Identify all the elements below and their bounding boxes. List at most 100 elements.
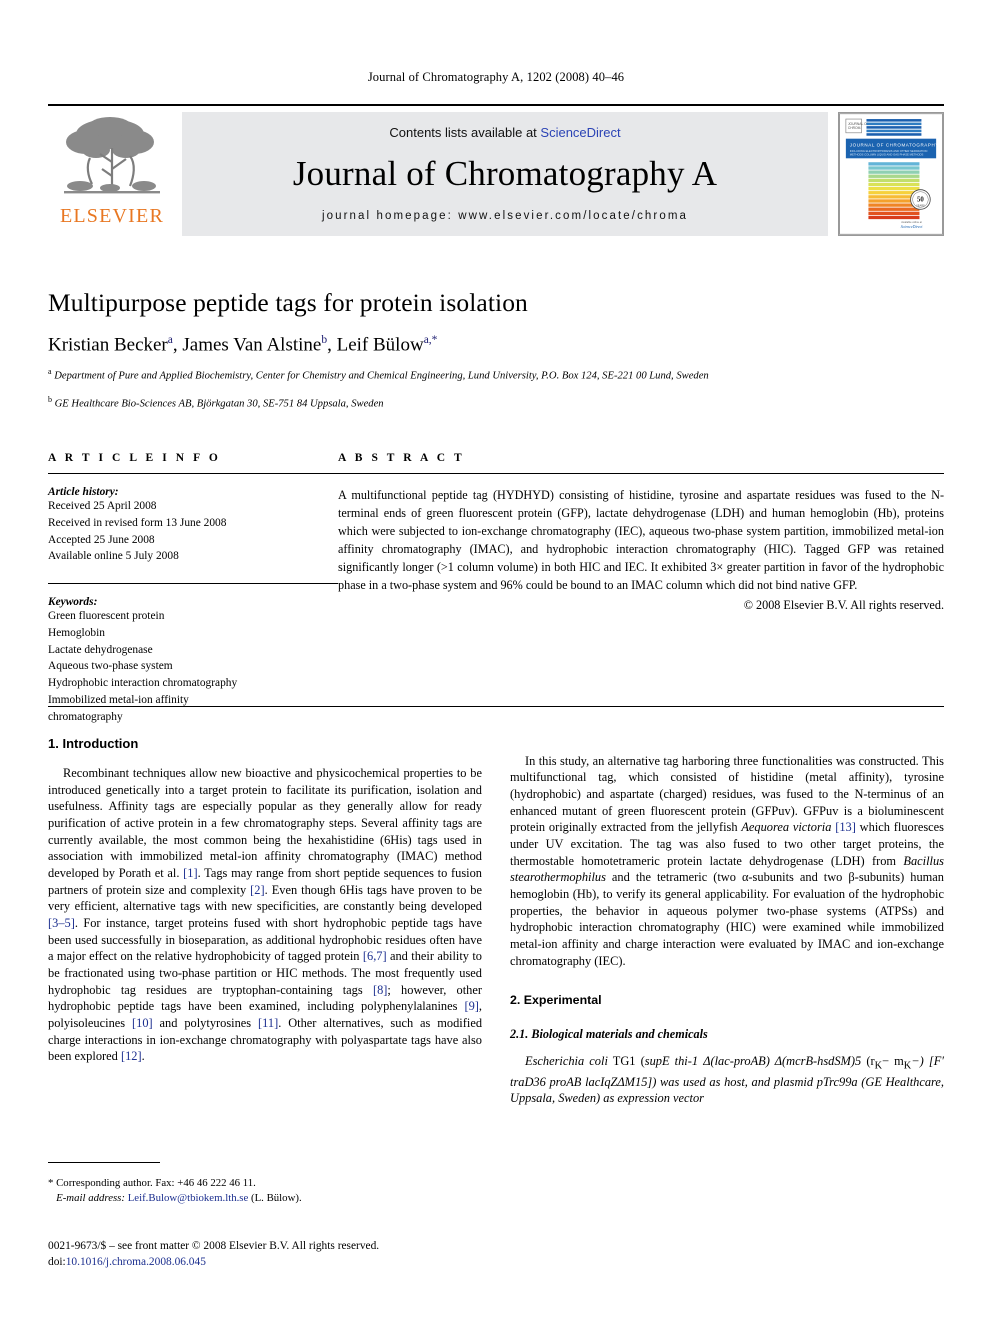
citation-9[interactable]: [9]: [464, 999, 478, 1013]
intro-text-a: Recombinant techniques allow new bioacti…: [48, 766, 482, 881]
experimental-paragraph-1: Escherichia coli TG1 (supE thi-1 Δ(lac-p…: [510, 1053, 944, 1107]
title-block: Multipurpose peptide tags for protein is…: [48, 288, 944, 412]
keyword-item: Hydrophobic interaction chromatography: [48, 677, 238, 690]
email-label: E-mail address:: [56, 1192, 125, 1205]
svg-text:50: 50: [917, 196, 924, 203]
article-info-column: A R T I C L E I N F O Article history: R…: [48, 452, 338, 725]
cover-artwork: JOURNAL OF CHROM. JOURNAL OF CHROMATOGRA…: [839, 113, 943, 235]
citation-2[interactable]: [2]: [250, 883, 264, 897]
keyword-item: Hemoglobin: [48, 626, 105, 639]
anniversary-seal: 50 YEARS: [910, 189, 931, 210]
sciencedirect-link[interactable]: ScienceDirect: [540, 125, 620, 140]
abstract-copyright: © 2008 Elsevier B.V. All rights reserved…: [743, 597, 944, 612]
svg-text:ScienceDirect: ScienceDirect: [901, 225, 924, 229]
species-name-aequorea: Aequorea victoria: [741, 820, 832, 835]
genotype-supe: supE: [644, 1054, 670, 1069]
article-history-label: Article history:: [48, 486, 119, 498]
genotype-deletions: Δ(lac-proAB) Δ(mcrB-hsdSM)5: [703, 1054, 862, 1069]
affiliation-b-marker: b: [48, 395, 52, 405]
author-2: James Van Alstine: [182, 334, 322, 356]
journal-cover-thumbnail: JOURNAL OF CHROM. JOURNAL OF CHROMATOGRA…: [838, 112, 944, 236]
author-3: Leif Bülow: [336, 334, 424, 356]
citation-1[interactable]: [1]: [183, 866, 197, 880]
exp-text-h: − m: [882, 1054, 904, 1069]
history-received: Received 25 April 2008: [48, 500, 157, 512]
svg-text:JOURNAL OF CHROMATOGRAPHY A: JOURNAL OF CHROMATOGRAPHY A: [850, 143, 943, 148]
keywords-rule: [48, 583, 338, 585]
citation-6-7[interactable]: [6,7]: [363, 949, 387, 963]
journal-band: Contents lists available at ScienceDirec…: [182, 112, 828, 236]
issn-line: 0021-9673/$ – see front matter © 2008 El…: [48, 1240, 380, 1252]
article-info-rule: [48, 473, 338, 474]
affiliation-a-marker: a: [48, 367, 52, 377]
abstract-text: A multifunctional peptide tag (HYDHYD) c…: [338, 488, 944, 592]
citation-11[interactable]: [11]: [258, 1016, 278, 1030]
svg-text:CHROM.: CHROM.: [848, 126, 862, 130]
body-column-right: . In this study, an alternative tag harb…: [510, 736, 944, 1256]
svg-text:METHODS COLUMN LIQUID AND GAS: METHODS COLUMN LIQUID AND GAS PHASE METH…: [850, 153, 924, 157]
keyword-item: chromatography: [48, 710, 123, 723]
affiliation-b-text: GE Healthcare Bio-Sciences AB, Björkgata…: [54, 398, 384, 410]
article-info-heading: A R T I C L E I N F O: [48, 452, 221, 464]
genotype-thi: thi-1: [669, 1054, 704, 1069]
email-link[interactable]: Leif.Bulow@tbiokem.lth.se: [128, 1192, 249, 1204]
footnote-block: * Corresponding author. Fax: +46 46 222 …: [48, 1176, 488, 1207]
author-2-affiliation-marker[interactable]: b: [321, 334, 327, 346]
article-history-block: Article history: Received 25 April 2008 …: [48, 486, 338, 565]
author-1-affiliation-marker[interactable]: a: [168, 334, 173, 346]
affiliation-b: b GE Healthcare Bio-Sciences AB, Björkga…: [48, 395, 944, 412]
doi-label: doi:: [48, 1256, 66, 1269]
journal-masthead: ELSEVIER Contents lists available at Sci…: [48, 104, 944, 236]
doi-link[interactable]: 10.1016/j.chroma.2008.06.045: [66, 1256, 206, 1268]
elsevier-tree-icon: [64, 117, 160, 194]
doi-line: doi:10.1016/j.chroma.2008.06.045: [48, 1254, 518, 1270]
keyword-item: Lactate dehydrogenase: [48, 643, 153, 656]
exp-text-b: TG1 (: [607, 1054, 645, 1069]
history-online: Available online 5 July 2008: [48, 550, 179, 563]
contents-available-line: Contents lists available at ScienceDirec…: [389, 125, 620, 140]
keywords-label: Keywords:: [48, 596, 98, 609]
citation-13[interactable]: [13]: [835, 820, 856, 834]
footnote-rule: [48, 1162, 160, 1163]
affiliation-a-text: Department of Pure and Applied Biochemis…: [54, 370, 709, 382]
abstract-column: A B S T R A C T A multifunctional peptid…: [338, 452, 944, 725]
affiliation-a: a Department of Pure and Applied Biochem…: [48, 367, 944, 384]
imprint-block: 0021-9673/$ – see front matter © 2008 El…: [48, 1238, 518, 1270]
heading-experimental: 2. Experimental: [510, 993, 602, 1008]
journal-title: Journal of Chromatography A: [292, 154, 718, 193]
body-top-divider: [48, 706, 944, 707]
intro-text-j: .: [141, 1049, 145, 1064]
keyword-item: Green fluorescent protein: [48, 610, 165, 623]
email-suffix: (L. Bülow).: [248, 1192, 302, 1205]
genotype-rk-sub: K: [874, 1060, 883, 1072]
contents-prefix: Contents lists available at: [389, 125, 541, 140]
svg-text:Available online at: Available online at: [901, 220, 922, 224]
intro-text-h: and polytyrosines: [152, 1016, 259, 1031]
intro-paragraph-1-continued: .: [510, 736, 944, 753]
author-list: Kristian Beckera, James Van Alstineb, Le…: [48, 334, 438, 356]
intro-paragraph-1: Recombinant techniques allow new bioacti…: [48, 765, 482, 1065]
exp-text-f: (r: [861, 1054, 875, 1069]
running-head: Journal of Chromatography A, 1202 (2008)…: [367, 70, 625, 84]
svg-text:YEARS: YEARS: [916, 203, 925, 207]
heading-introduction: 1. Introduction: [48, 736, 139, 751]
citation-8[interactable]: [8]: [373, 983, 387, 997]
author-3-affiliation-marker[interactable]: a,*: [424, 334, 438, 346]
email-note: E-mail address: Leif.Bulow@tbiokem.lth.s…: [48, 1191, 488, 1206]
author-1: Kristian Becker: [48, 334, 168, 356]
citation-12[interactable]: [12]: [121, 1049, 142, 1063]
heading-biological-materials: 2.1. Biological materials and chemicals: [510, 1027, 708, 1042]
abstract-rule: [338, 473, 944, 474]
history-accepted: Accepted 25 June 2008: [48, 533, 155, 546]
abstract-heading: A B S T R A C T: [338, 452, 465, 464]
intro-paragraph-2: In this study, an alternative tag harbor…: [510, 753, 944, 970]
elsevier-logo: ELSEVIER: [48, 112, 176, 236]
history-revised: Received in revised form 13 June 2008: [48, 516, 227, 529]
corresponding-author-note: * Corresponding author. Fax: +46 46 222 …: [48, 1177, 256, 1189]
species-name-ecoli: Escherichia coli: [525, 1054, 608, 1069]
citation-3-5[interactable]: [3–5]: [48, 916, 75, 930]
keyword-item: Aqueous two-phase system: [48, 660, 173, 673]
citation-10[interactable]: [10]: [132, 1016, 153, 1030]
svg-text:INCLUDING ELECTROPHORESIS AND: INCLUDING ELECTROPHORESIS AND OTHER SEPA…: [850, 149, 928, 153]
journal-homepage[interactable]: journal homepage: www.elsevier.com/locat…: [322, 210, 688, 222]
